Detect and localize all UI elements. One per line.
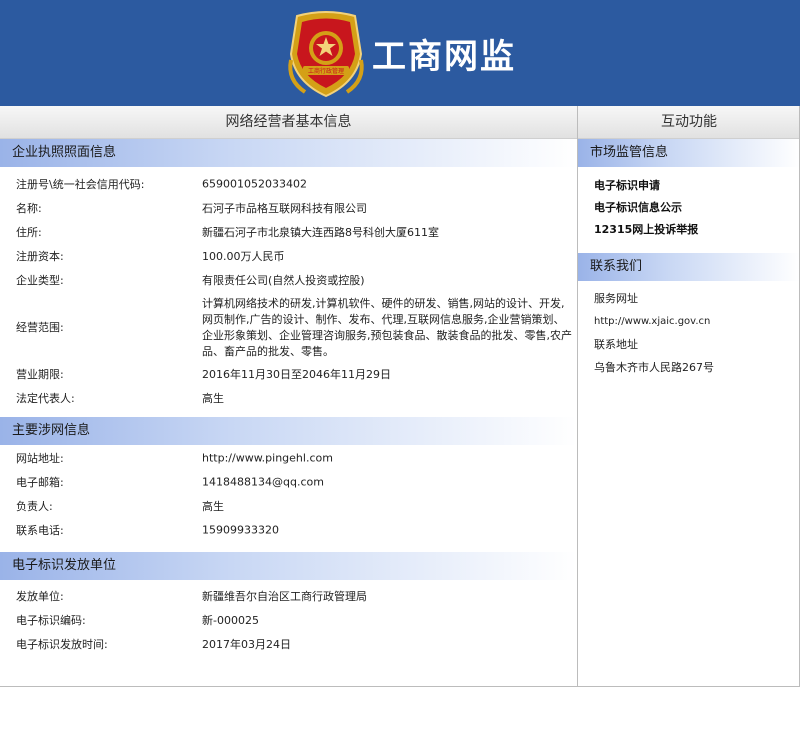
info-label: 营业期限:	[16, 368, 64, 381]
web-info-list: 网站地址: http://www.pingehl.com 电子邮箱: 14184…	[0, 445, 577, 542]
info-label: 电子标识编码:	[16, 614, 86, 627]
info-value: 新疆石河子市北泉镇大连西路8号科创大厦611室	[202, 226, 439, 239]
info-value: 石河子市品格互联网科技有限公司	[202, 202, 367, 215]
contact-section-title: 联系我们	[578, 253, 800, 281]
info-value: 659001052033402	[202, 177, 307, 191]
info-label: 注册号\统一社会信用代码:	[16, 178, 145, 191]
basic-info-panel: 网络经营者基本信息 企业执照照面信息 注册号\统一社会信用代码: 6590010…	[0, 106, 577, 686]
issuer-section-title: 电子标识发放单位	[0, 552, 577, 580]
info-label: 名称:	[16, 202, 42, 215]
service-url-label: 服务网址	[594, 292, 638, 305]
emblem-caption: 工商行政管理	[308, 67, 344, 75]
info-value: 有限责任公司(自然人投资或控股)	[202, 274, 365, 287]
info-value: 2017年03月24日	[202, 638, 291, 651]
info-label: 负责人:	[16, 500, 53, 513]
basic-info-heading: 网络经营者基本信息	[0, 106, 577, 139]
info-value: 高生	[202, 500, 224, 513]
info-row: 名称: 石河子市品格互联网科技有限公司	[0, 196, 577, 220]
info-label: 经营范围:	[16, 321, 64, 334]
info-row: 联系电话: 15909933320	[0, 518, 577, 542]
info-label: 电子邮箱:	[16, 476, 64, 489]
complaint-12315-link[interactable]: 12315网上投诉举报	[578, 219, 800, 241]
e-label-apply-link[interactable]: 电子标识申请	[578, 175, 800, 197]
info-row: 企业类型: 有限责任公司(自然人投资或控股)	[0, 268, 577, 292]
address-label: 联系地址	[594, 338, 638, 351]
website-url-link[interactable]: http://www.pingehl.com	[202, 452, 333, 465]
info-label: 法定代表人:	[16, 392, 75, 405]
info-row: 营业期限: 2016年11月30日至2046年11月29日	[0, 362, 577, 386]
info-value: 2016年11月30日至2046年11月29日	[202, 368, 391, 381]
info-label: 电子标识发放时间:	[16, 638, 108, 651]
site-header: 工商行政管理 工商网监	[0, 0, 800, 106]
info-row: 法定代表人: 高生	[0, 386, 577, 410]
interactive-heading: 互动功能	[578, 106, 800, 139]
national-emblem-icon: 工商行政管理	[288, 11, 364, 98]
info-label: 网站地址:	[16, 452, 64, 465]
info-label: 企业类型:	[16, 274, 64, 287]
info-row: 电子邮箱: 1418488134@qq.com	[0, 470, 577, 494]
supervision-section-title: 市场监管信息	[578, 139, 800, 167]
phone-value: 15909933320	[202, 523, 279, 537]
info-row-business-scope: 经营范围: 计算机网络技术的研发,计算机软件、硬件的研发、销售,网站的设计、开发…	[0, 292, 577, 362]
info-row: 负责人: 高生	[0, 494, 577, 518]
issuer-info-list: 发放单位: 新疆维吾尔自治区工商行政管理局 电子标识编码: 新-000025 电…	[0, 580, 577, 656]
address-value: 乌鲁木齐市人民路267号	[594, 361, 714, 374]
info-label: 联系电话:	[16, 524, 64, 537]
info-label: 注册资本:	[16, 250, 64, 263]
info-row: 发放单位: 新疆维吾尔自治区工商行政管理局	[0, 584, 577, 608]
business-scope-value: 计算机网络技术的研发,计算机软件、硬件的研发、销售,网站的设计、开发,网页制作,…	[202, 297, 572, 358]
info-row: 电子标识编码: 新-000025	[0, 608, 577, 632]
info-row: 网站地址: http://www.pingehl.com	[0, 446, 577, 470]
supervision-links: 电子标识申请 电子标识信息公示 12315网上投诉举报	[578, 167, 800, 249]
info-value: 高生	[202, 392, 224, 405]
info-row: 住所: 新疆石河子市北泉镇大连西路8号科创大厦611室	[0, 220, 577, 244]
info-value: 100.00万人民币	[202, 250, 285, 263]
info-label: 住所:	[16, 226, 42, 239]
contact-info: 服务网址 http://www.xjaic.gov.cn 联系地址 乌鲁木齐市人…	[578, 281, 800, 379]
info-row: 注册资本: 100.00万人民币	[0, 244, 577, 268]
e-label-public-link[interactable]: 电子标识信息公示	[578, 197, 800, 219]
email-value: 1418488134@qq.com	[202, 475, 324, 489]
info-value: 新-000025	[202, 614, 259, 627]
license-info-list: 注册号\统一社会信用代码: 659001052033402 名称: 石河子市品格…	[0, 167, 577, 410]
info-value: 新疆维吾尔自治区工商行政管理局	[202, 590, 367, 603]
license-section-title: 企业执照照面信息	[0, 139, 577, 167]
bottom-divider	[0, 686, 800, 687]
interactive-panel: 互动功能 市场监管信息 电子标识申请 电子标识信息公示 12315网上投诉举报 …	[578, 106, 800, 686]
info-label: 发放单位:	[16, 590, 64, 603]
web-section-title: 主要涉网信息	[0, 417, 577, 445]
info-row: 电子标识发放时间: 2017年03月24日	[0, 632, 577, 656]
info-row: 注册号\统一社会信用代码: 659001052033402	[0, 172, 577, 196]
service-url-link[interactable]: http://www.xjaic.gov.cn	[578, 310, 800, 333]
site-title: 工商网监	[372, 37, 516, 77]
